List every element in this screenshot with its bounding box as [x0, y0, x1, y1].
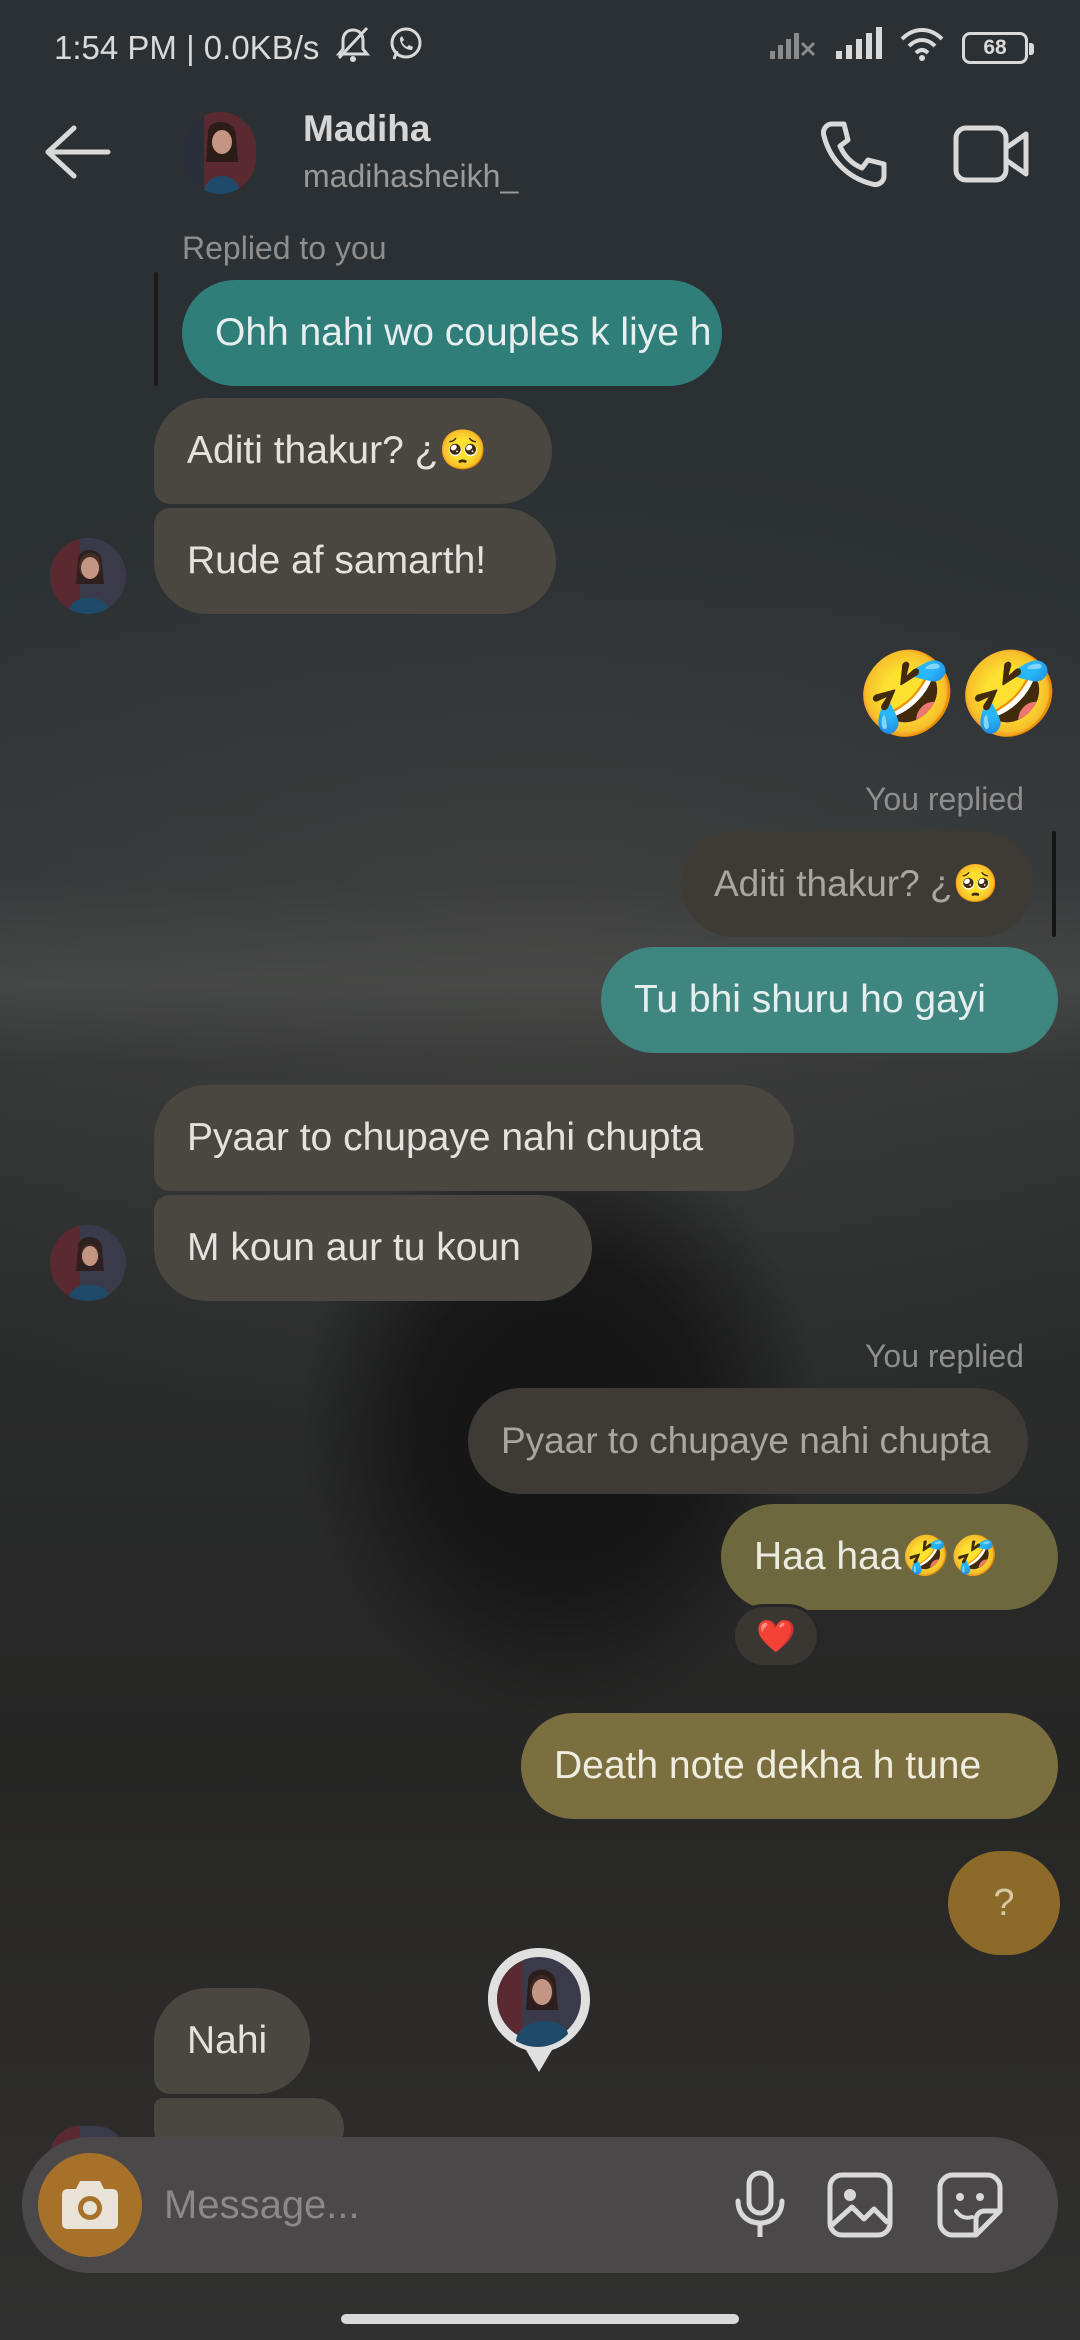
video-call-button[interactable] — [952, 118, 1032, 190]
sender-avatar[interactable] — [50, 538, 126, 614]
contact-name[interactable]: Madiha — [303, 108, 430, 150]
message-input[interactable] — [164, 2165, 704, 2245]
wifi-icon — [900, 27, 944, 69]
gallery-icon — [827, 2172, 893, 2238]
microphone-icon — [735, 2170, 785, 2237]
sender-avatar[interactable] — [50, 1225, 126, 1301]
chat-header: Madiha madihasheikh_ — [0, 96, 1080, 212]
heart-reaction[interactable]: ❤️ — [732, 1604, 820, 1668]
incoming-reply-bubble[interactable]: Ohh nahi wo couples k liye h — [182, 280, 722, 386]
video-camera-icon — [953, 125, 1029, 183]
message-bubble[interactable]: M koun aur tu koun — [154, 1195, 592, 1301]
outgoing-message-bubble[interactable]: Haa haa🤣🤣 — [721, 1504, 1058, 1610]
message-bubble[interactable]: Aditi thakur? ¿🥺 — [154, 398, 552, 504]
message-bubble[interactable]: Nahi — [154, 1988, 310, 2094]
help-button[interactable]: ? — [948, 1851, 1060, 1955]
quoted-message[interactable]: Aditi thakur? ¿🥺 — [681, 831, 1034, 937]
message-bubble[interactable]: Rude af samarth! — [154, 508, 556, 614]
replied-to-you-label: Replied to you — [182, 230, 387, 266]
gallery-button[interactable] — [822, 2167, 898, 2243]
battery-indicator: 68 — [962, 32, 1034, 64]
mute-notification-icon — [333, 24, 373, 72]
reply-quote-bar — [154, 272, 158, 386]
signal-no-service-icon — [768, 27, 816, 69]
reply-quote-bar — [1052, 831, 1056, 937]
voice-call-button[interactable] — [816, 116, 892, 192]
quoted-message[interactable]: Pyaar to chupaye nahi chupta — [468, 1388, 1028, 1494]
you-replied-label: You replied — [865, 1338, 1024, 1374]
status-time-speed: 1:54 PM | 0.0KB/s — [54, 29, 320, 66]
status-bar: 1:54 PM | 0.0KB/s 68 — [0, 0, 1080, 96]
typing-avatar-indicator — [482, 1944, 596, 2076]
back-arrow-icon — [45, 125, 111, 179]
outgoing-message-bubble[interactable]: Tu bhi shuru ho gayi — [601, 947, 1058, 1053]
whatsapp-icon — [387, 25, 425, 71]
camera-icon — [62, 2181, 118, 2229]
header-avatar[interactable] — [184, 112, 256, 194]
emoji-message[interactable]: 🤣🤣 — [856, 645, 1060, 745]
phone-icon — [821, 121, 887, 187]
sticker-button[interactable] — [932, 2167, 1008, 2243]
message-bubble[interactable]: Pyaar to chupaye nahi chupta — [154, 1085, 794, 1191]
contact-username[interactable]: madihasheikh_ — [303, 158, 518, 195]
camera-button[interactable] — [38, 2153, 142, 2257]
message-composer — [22, 2137, 1058, 2273]
signal-strength-icon — [834, 27, 882, 69]
sticker-icon — [937, 2172, 1003, 2238]
you-replied-label: You replied — [865, 781, 1024, 817]
back-button[interactable] — [40, 120, 116, 184]
outgoing-message-bubble[interactable]: Death note dekha h tune — [521, 1713, 1058, 1819]
microphone-button[interactable] — [722, 2167, 798, 2243]
home-indicator[interactable] — [341, 2314, 739, 2324]
